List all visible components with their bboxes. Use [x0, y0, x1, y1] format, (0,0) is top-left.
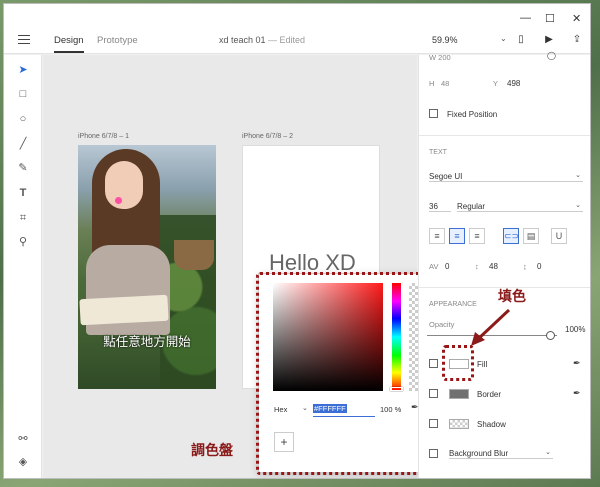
minimize-icon[interactable]: —	[520, 12, 531, 24]
align-left-button[interactable]: ≡	[429, 228, 445, 244]
shadow-checkbox[interactable]	[429, 419, 438, 428]
para-spacing-icon: ↨	[523, 262, 527, 271]
select-tool-icon[interactable]: ➤	[16, 63, 30, 77]
chevron-down-icon: ⌄	[575, 172, 581, 179]
canvas[interactable]: iPhone 6/7/8 – 1 iPhone 6/7/8 – 2 點任意地方開…	[43, 55, 426, 478]
share-icon[interactable]: ⇪	[570, 33, 584, 47]
h-label: H	[429, 79, 435, 88]
book-image	[79, 294, 169, 326]
layers-icon[interactable]: ◈	[16, 455, 30, 469]
annotation-arrow-icon	[471, 308, 511, 346]
w-value-partial: W 200	[429, 53, 451, 62]
document-name: xd teach 01	[218, 35, 266, 45]
blur-type-select[interactable]: Background Blur ⌄	[449, 449, 553, 459]
shadow-swatch[interactable]	[449, 419, 469, 429]
eyedropper-icon[interactable]: ✒	[573, 388, 581, 399]
chevron-down-icon: ⌄	[545, 449, 551, 456]
align-center-button[interactable]: ≡	[449, 228, 465, 244]
shadow-label: Shadow	[477, 420, 506, 429]
line-height-icon: ↕	[475, 262, 479, 271]
char-spacing-icon: AV	[429, 262, 439, 271]
xd-window: Design Prototype xd teach 01 — Edited 59…	[3, 3, 591, 479]
para-spacing-input[interactable]: 0	[537, 262, 541, 271]
device-preview-icon[interactable]: ▯	[514, 33, 528, 47]
artboard-2-label[interactable]: iPhone 6/7/8 – 2	[242, 133, 293, 140]
assets-icon[interactable]: ⚯	[16, 432, 30, 446]
artboard-tool-icon[interactable]: ⌗	[16, 211, 30, 225]
opacity-value[interactable]: 100%	[565, 325, 585, 334]
fill-label: Fill	[477, 360, 488, 369]
font-family-select[interactable]: Segoe UI ⌄	[429, 172, 583, 182]
background-blur-checkbox[interactable]	[429, 449, 438, 458]
document-status: — Edited	[268, 35, 306, 45]
fixed-position-label: Fixed Position	[447, 110, 498, 119]
fill-annotation: 填色	[498, 289, 526, 305]
text-tool-icon[interactable]: T	[16, 186, 30, 200]
face-image	[105, 161, 143, 209]
pen-tool-icon[interactable]: ✎	[16, 161, 30, 175]
zoom-select[interactable]: 59.9% ⌄	[432, 34, 512, 45]
font-weight-value: Regular	[457, 202, 486, 211]
font-weight-select[interactable]: Regular ⌄	[457, 202, 583, 212]
title-bar: Design Prototype xd teach 01 — Edited 59…	[4, 4, 590, 54]
close-icon[interactable]: ✕	[572, 12, 581, 25]
rotate-icon[interactable]: ◯	[547, 51, 556, 60]
auto-width-button[interactable]: ⊂⊃	[503, 228, 519, 244]
line-height-input[interactable]: 48	[489, 262, 498, 271]
border-swatch[interactable]	[449, 389, 469, 399]
property-inspector: W 200 ◯ H 48 Y 498 Fixed Position TEXT S…	[418, 51, 590, 478]
opacity-slider-knob[interactable]	[546, 331, 555, 340]
fill-highlight	[442, 345, 474, 381]
start-text[interactable]: 點任意地方開始	[78, 331, 216, 350]
palette-highlight	[256, 272, 426, 475]
fixed-position-checkbox[interactable]	[429, 109, 438, 118]
line-tool-icon[interactable]: ╱	[16, 137, 30, 151]
tool-bar: ➤ □ ○ ╱ ✎ T ⌗ ⚲ ⚯ ◈	[4, 55, 42, 478]
text-section-header: TEXT	[429, 149, 447, 156]
maximize-icon[interactable]: ☐	[545, 12, 555, 25]
basket-image	[174, 240, 214, 270]
chevron-down-icon: ⌄	[575, 202, 581, 209]
play-icon[interactable]: ▶	[542, 33, 556, 47]
palette-annotation: 調色盤	[191, 443, 233, 459]
rectangle-tool-icon[interactable]: □	[16, 87, 30, 101]
font-family-value: Segoe UI	[429, 172, 463, 181]
font-size-input[interactable]: 36	[429, 202, 451, 212]
zoom-tool-icon[interactable]: ⚲	[16, 235, 30, 249]
flower-image	[115, 197, 122, 204]
h-input[interactable]: 48	[441, 79, 449, 88]
align-right-button[interactable]: ≡	[469, 228, 485, 244]
char-spacing-input[interactable]: 0	[445, 262, 449, 271]
font-size-value: 36	[429, 202, 438, 211]
eyedropper-icon[interactable]: ✒	[573, 358, 581, 369]
fixed-size-button[interactable]: ▤	[523, 228, 539, 244]
appearance-section-header: APPEARANCE	[429, 301, 477, 308]
underline-button[interactable]: U	[551, 228, 567, 244]
blur-type-value: Background Blur	[449, 449, 509, 458]
fill-checkbox[interactable]	[429, 359, 438, 368]
border-checkbox[interactable]	[429, 389, 438, 398]
y-input[interactable]: 498	[507, 79, 520, 88]
divider	[419, 135, 590, 136]
y-label: Y	[493, 79, 499, 88]
artboard-1-label[interactable]: iPhone 6/7/8 – 1	[78, 133, 129, 140]
ellipse-tool-icon[interactable]: ○	[16, 112, 30, 126]
chevron-down-icon: ⌄	[500, 34, 507, 43]
zoom-value: 59.9%	[432, 35, 458, 45]
opacity-label: Opacity	[429, 320, 455, 329]
artboard-1[interactable]: 點任意地方開始	[78, 145, 216, 389]
border-label: Border	[477, 390, 502, 399]
